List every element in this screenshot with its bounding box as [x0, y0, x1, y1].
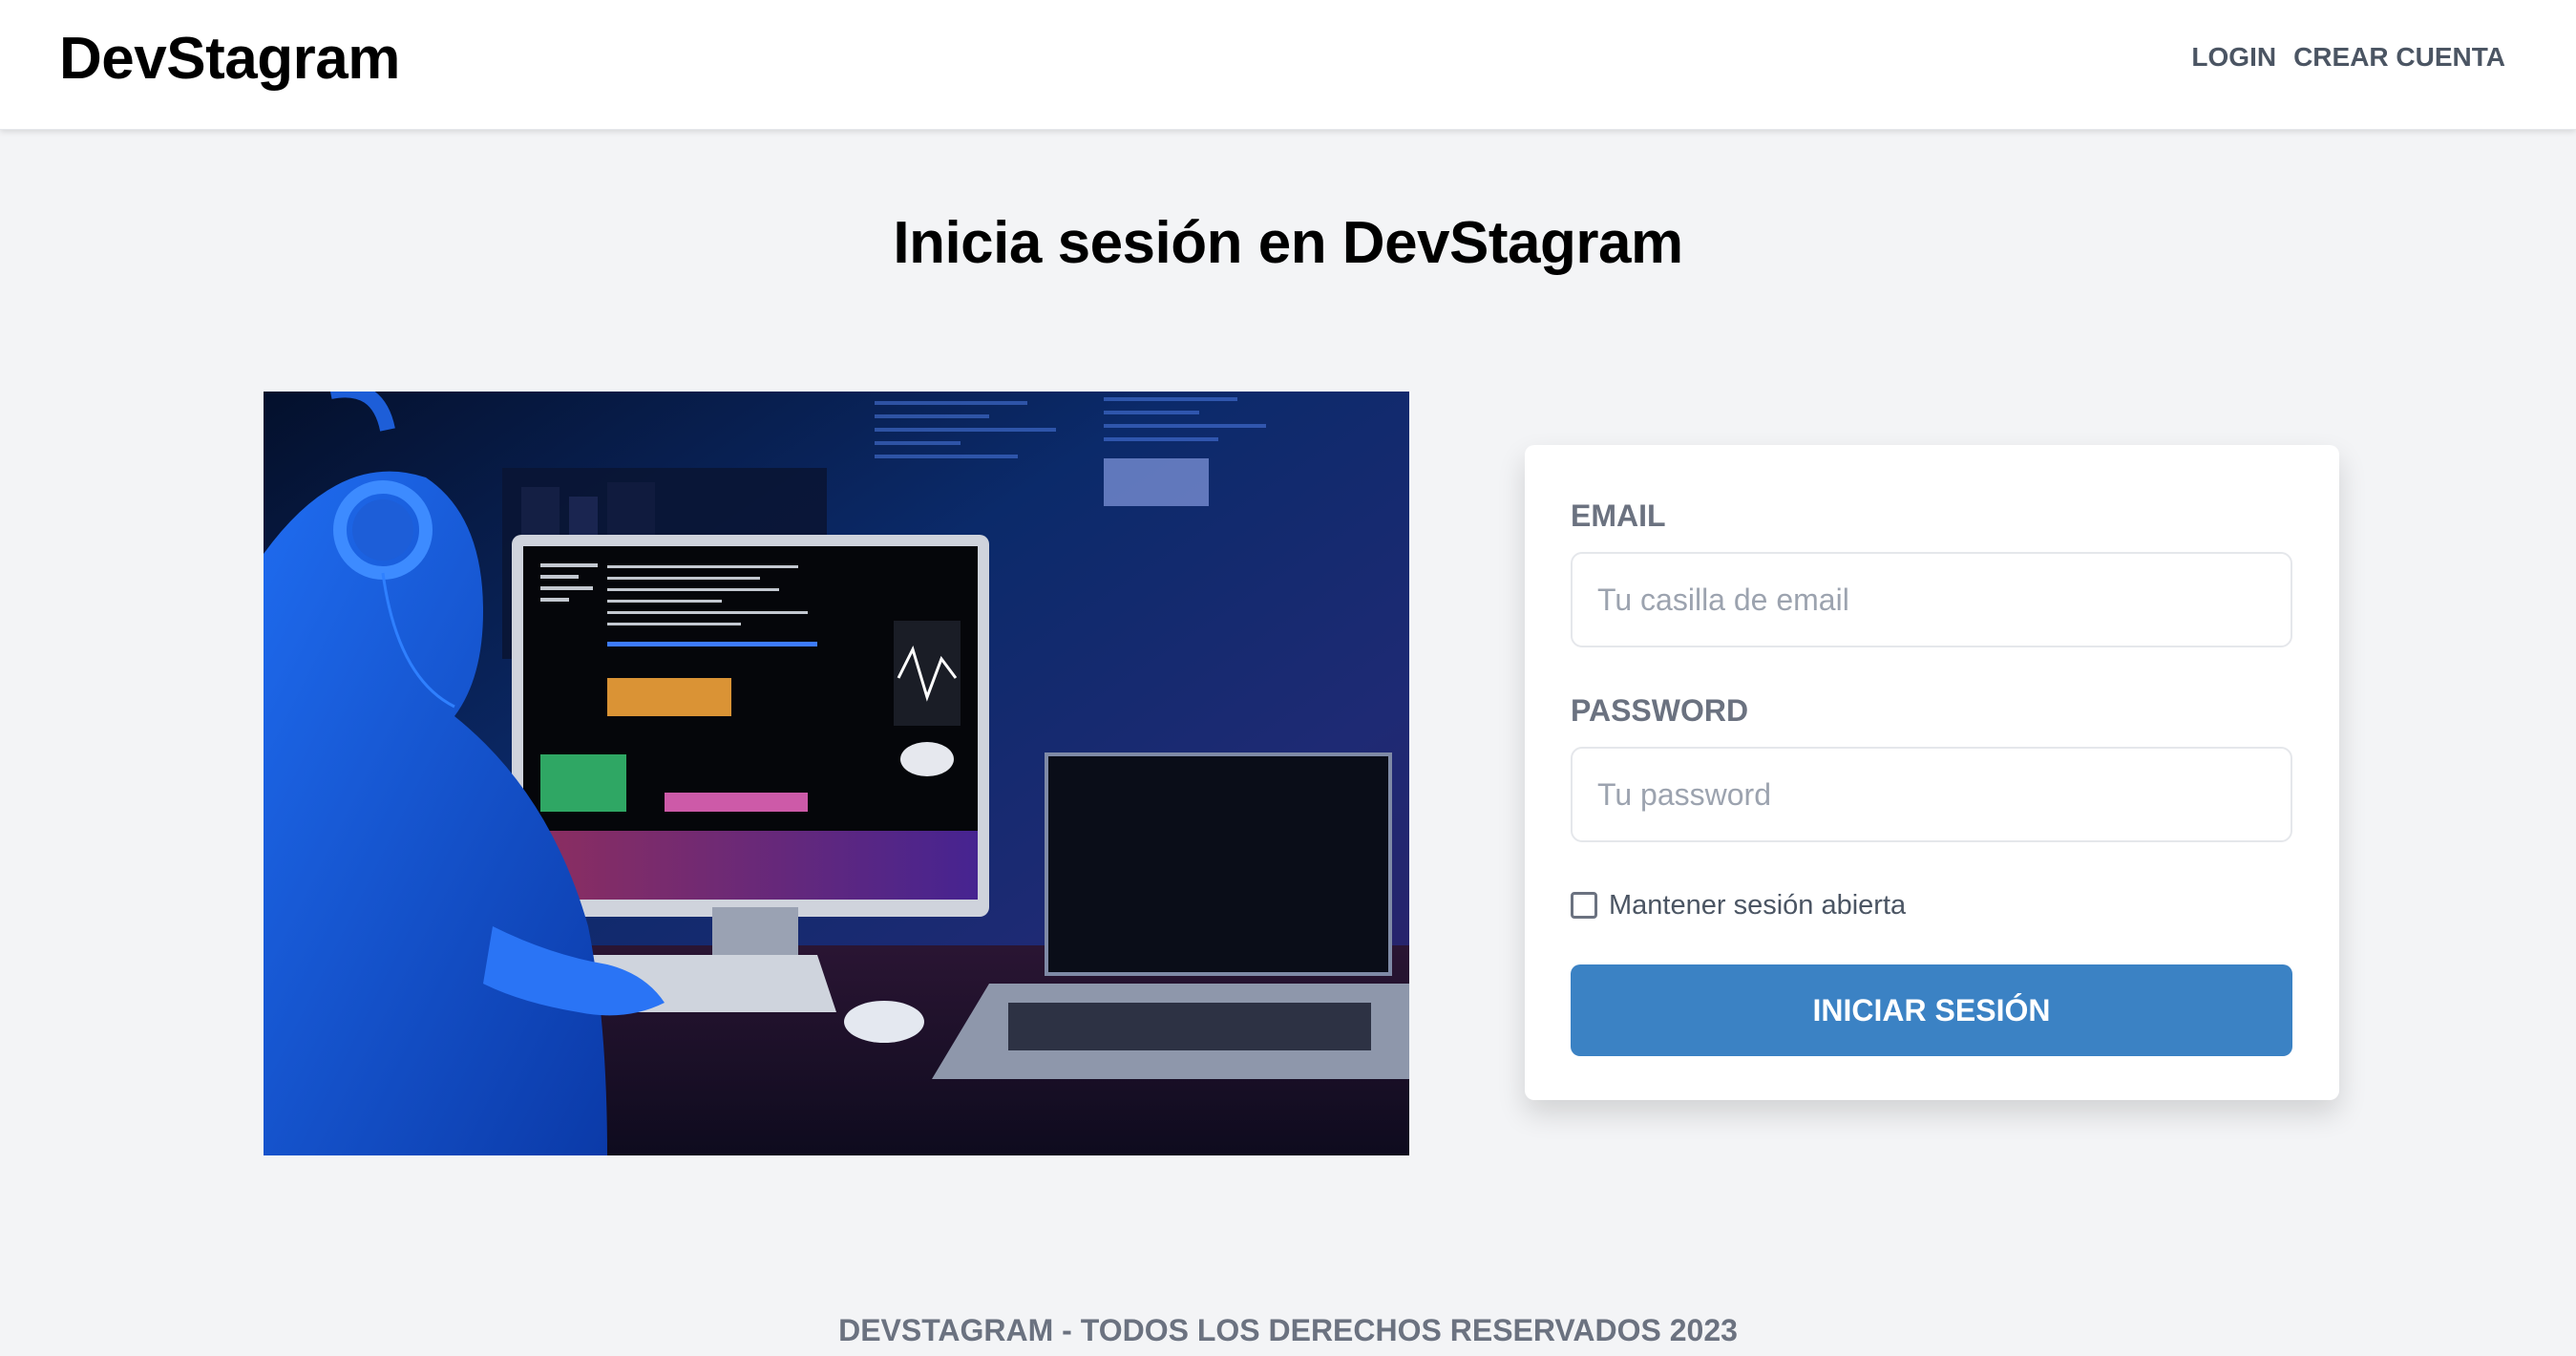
main-nav: LOGIN CREAR CUENTA — [2191, 38, 2505, 76]
password-label: PASSWORD — [1571, 693, 1749, 728]
login-card: EMAIL PASSWORD Mantener sesión abierta I… — [1525, 445, 2339, 1100]
developer-at-computer-illustration — [264, 392, 1409, 1155]
page-title: Inicia sesión en DevStagram — [893, 210, 1683, 276]
remember-label[interactable]: Mantener sesión abierta — [1609, 886, 1906, 924]
login-link[interactable]: LOGIN — [2191, 38, 2276, 76]
footer-text: DEVSTAGRAM - TODOS LOS DERECHOS RESERVAD… — [838, 1313, 1738, 1347]
site-header: DevStagram LOGIN CREAR CUENTA — [0, 0, 2576, 130]
email-label: EMAIL — [1571, 498, 1666, 533]
remember-session[interactable]: Mantener sesión abierta — [1571, 886, 1906, 924]
site-logo[interactable]: DevStagram — [59, 21, 400, 97]
hero-image — [264, 392, 1409, 1155]
email-input[interactable] — [1571, 552, 2292, 647]
password-input[interactable] — [1571, 747, 2292, 842]
login-submit-button[interactable]: INICIAR SESIÓN — [1571, 964, 2292, 1056]
remember-checkbox-icon[interactable] — [1571, 892, 1597, 919]
create-account-link[interactable]: CREAR CUENTA — [2293, 38, 2505, 76]
